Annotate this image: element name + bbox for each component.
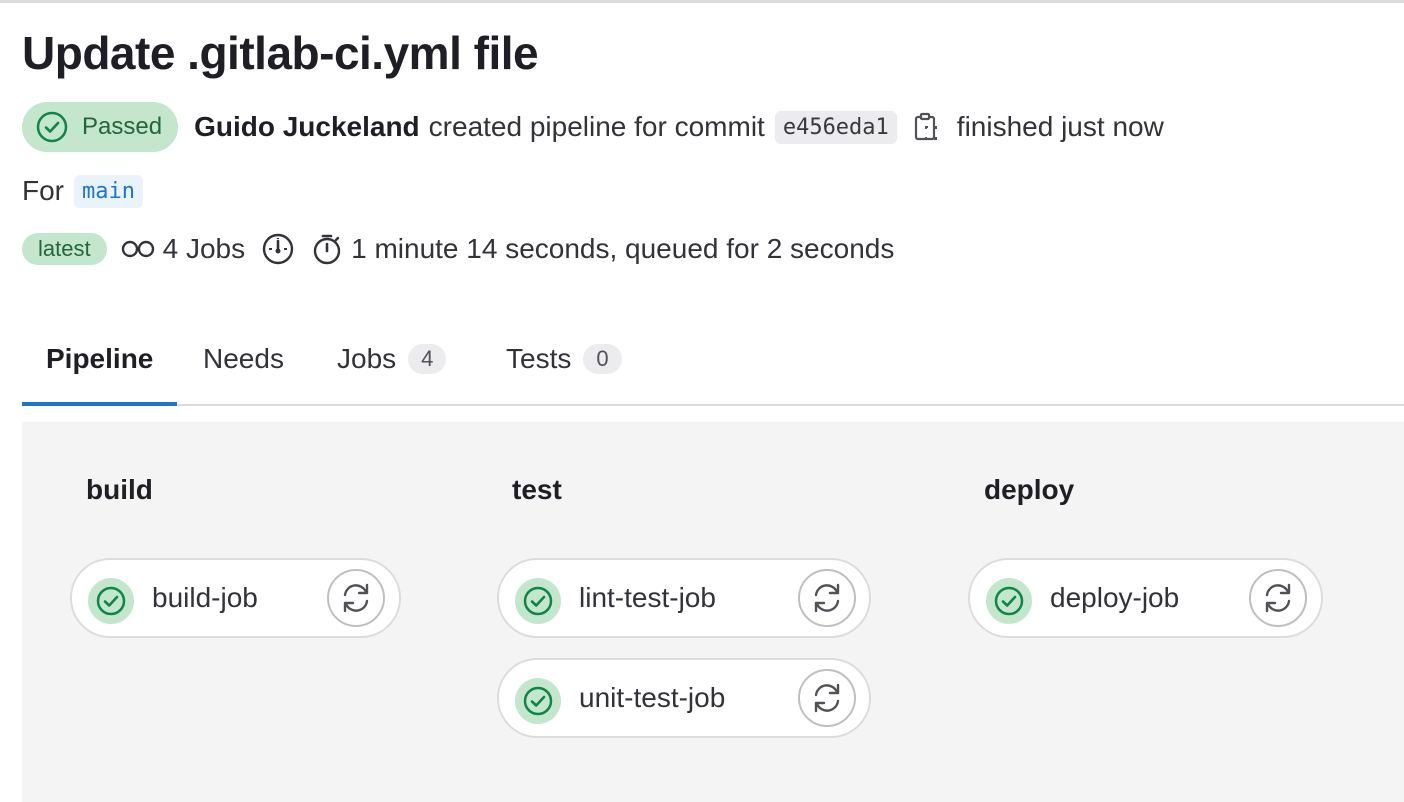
check-circle-icon [515,678,561,724]
retry-icon[interactable] [798,569,856,627]
tab-pipeline[interactable]: Pipeline [22,314,178,406]
branch-link[interactable]: main [74,174,143,208]
tab-jobs-label: Jobs [337,343,397,374]
check-circle-icon [36,111,68,143]
jobs-count-badge: 4 [408,344,447,374]
job-name: build-job [152,582,258,613]
gauge-icon [261,232,295,266]
job-build-job[interactable]: build-job [70,558,401,638]
stage-title-build: build [86,474,153,505]
job-unit-test-job[interactable]: unit-test-job [497,658,871,738]
action-text: created pipeline for commit [428,111,765,142]
latest-badge: latest [22,233,107,265]
retry-icon[interactable] [1249,569,1307,627]
retry-icon[interactable] [327,569,385,627]
job-deploy-job[interactable]: deploy-job [968,558,1323,638]
commit-sha-link[interactable]: e456eda1 [774,110,897,144]
stage-title-deploy: deploy [984,474,1075,505]
job-name: unit-test-job [579,682,726,713]
top-divider [0,0,1404,3]
clipboard-icon[interactable] [913,111,941,143]
stage-title-test: test [512,474,562,505]
tab-tests[interactable]: Tests 0 [506,314,622,404]
branch-line: For main [22,172,143,210]
duration-text: 1 minute 14 seconds, queued for 2 second… [351,233,895,264]
jobs-count: 4 Jobs [162,233,246,264]
check-circle-icon [88,578,134,624]
tests-count-badge: 0 [583,344,622,374]
author-name[interactable]: Guido Juckeland [194,111,420,143]
finished-text: finished just now [956,111,1164,142]
job-name: lint-test-job [579,582,716,613]
tab-needs[interactable]: Needs [203,314,284,404]
pipeline-tabs: Pipeline Needs Jobs 4 Tests 0 [22,314,1404,406]
tab-pipeline-label: Pipeline [46,343,154,374]
check-circle-icon [515,578,561,624]
tab-needs-label: Needs [203,343,284,374]
page-title: Update .gitlab-ci.yml file [22,27,539,79]
job-lint-test-job[interactable]: lint-test-job [497,558,871,638]
tab-jobs[interactable]: Jobs 4 [337,314,447,404]
pipeline-jobs-icon [121,237,155,261]
tab-tests-label: Tests [506,343,572,374]
retry-icon[interactable] [798,669,856,727]
pipeline-graph: build build-job test lint-test-job unit-… [22,422,1404,802]
status-badge[interactable]: Passed [22,102,179,152]
job-name: deploy-job [1050,582,1180,613]
pipeline-meta: latest 4 Jobs 1 minute 14 seconds, queue… [22,230,894,268]
stopwatch-icon [311,232,343,266]
status-label: Passed [82,113,163,140]
check-circle-icon [986,578,1032,624]
for-label: For [22,175,64,206]
pipeline-status-line: Passed Guido Juckeland created pipeline … [22,102,1164,152]
